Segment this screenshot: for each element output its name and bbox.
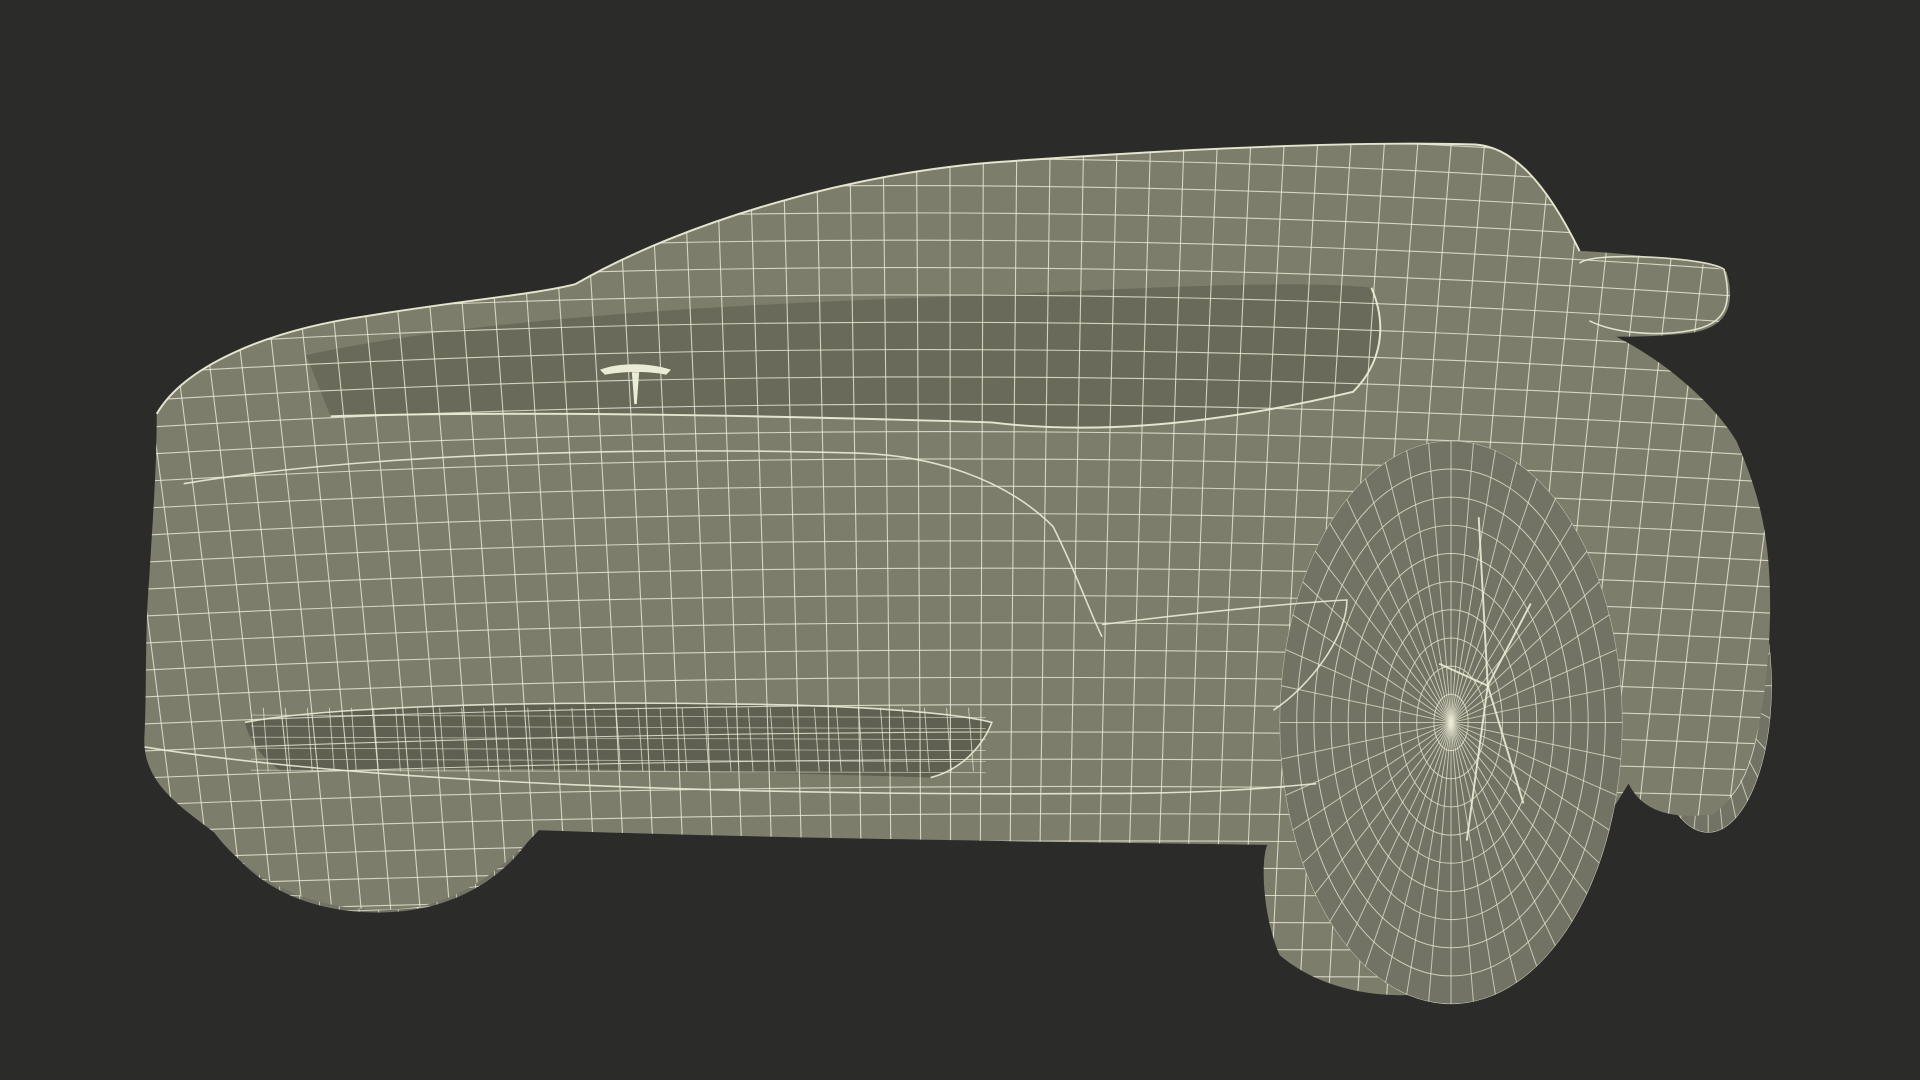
car-wireframe-render [0, 0, 1920, 1080]
render-viewport [0, 0, 1920, 1080]
